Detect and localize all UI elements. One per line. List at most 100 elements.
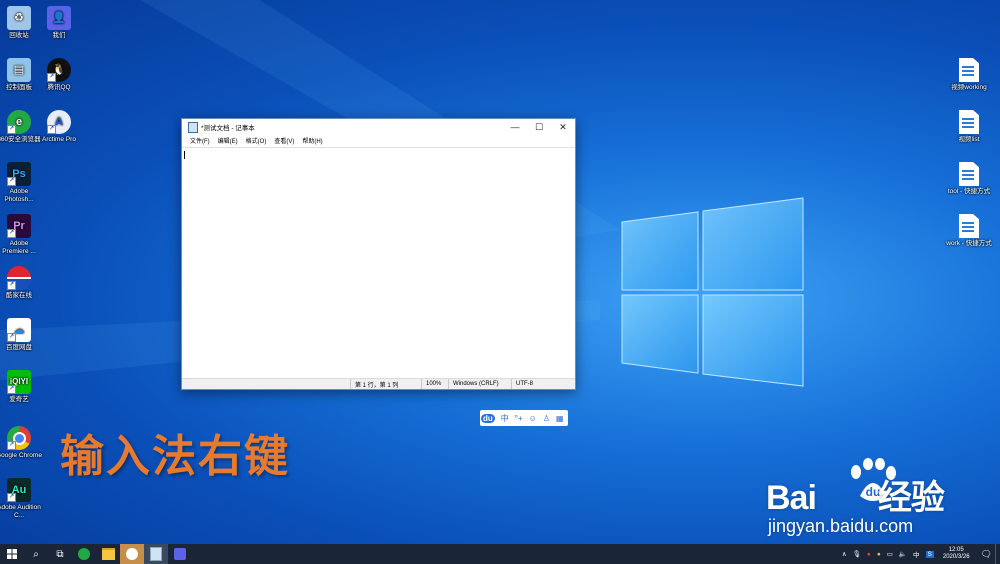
tray-network-icon[interactable]: ▭ — [887, 550, 893, 558]
user-app-icon: 👤 — [47, 6, 71, 30]
windows-logo-icon — [7, 549, 17, 559]
ime-emoji-icon[interactable]: ☺ — [529, 414, 537, 423]
notepad-window[interactable]: *测试文档 - 记事本 — ☐ ✕ 文件(F) 编辑(E) 格式(O) 查看(V… — [181, 118, 576, 390]
show-desktop-button[interactable] — [995, 544, 1000, 564]
clock[interactable]: 12:05 2020/3/26 — [943, 547, 970, 562]
watermark-brand: Bai 经验 — [766, 470, 945, 519]
desktop-icon-premiere[interactable]: Pr ↗ Adobe Premiere ... — [0, 214, 42, 256]
desktop-icon-qq[interactable]: 🐧 ↗ 腾讯QQ — [36, 58, 82, 92]
desktop-icon-label: Adobe Premiere ... — [2, 240, 36, 255]
desktop-icon-audition[interactable]: Au ↗ Adobe Audition C... — [0, 478, 42, 520]
baidu-netdisk-icon: ☁ ↗ — [7, 318, 31, 342]
desktop-icon-arctime[interactable]: A ↗ Arctime Pro — [36, 110, 82, 144]
desktop-icon-user-app[interactable]: 👤 我们 — [36, 6, 82, 40]
ime-menu-grid-icon[interactable]: ▦ — [556, 414, 564, 423]
baidu-jingyan-watermark: du Bai 经验 jingyan.baidu.com — [766, 458, 986, 544]
desktop-icon-label: 视频working — [951, 84, 987, 91]
document-shortcut-icon — [959, 214, 979, 238]
desktop-icon-label: Adobe Photosh... — [4, 188, 34, 203]
desktop-icon-label: 视频list — [958, 136, 980, 143]
notepad-titlebar[interactable]: *测试文档 - 记事本 — ☐ ✕ — [182, 119, 575, 135]
desktop-icon-photoshop[interactable]: Ps ↗ Adobe Photosh... — [0, 162, 42, 204]
pepsi-icon: ↗ — [7, 266, 31, 290]
window-title: *测试文档 - 记事本 — [201, 125, 255, 132]
task-view-icon[interactable]: ⧉ — [48, 544, 72, 564]
search-icon[interactable]: ⌕ — [24, 544, 48, 564]
document-shortcut-icon — [959, 110, 979, 134]
status-position: 第 1 行，第 1 列 — [350, 379, 421, 389]
tray-volume-icon[interactable]: 🔈 — [899, 550, 907, 558]
status-bar: 第 1 行，第 1 列 100% Windows (CRLF) UTF-8 — [182, 378, 575, 389]
document-shortcut-icon — [959, 162, 979, 186]
menu-format[interactable]: 格式(O) — [242, 136, 271, 145]
desktop-icon-label: Google Chrome — [0, 452, 42, 459]
taskbar: ⌕ ⧉ ∧ 🎙 ● ● ▭ 🔈 中 S 12:05 2020/3/26 🗨 — [0, 544, 1000, 564]
tray-app2-icon[interactable]: ● — [877, 551, 881, 558]
desktop-icon-label: work - 快捷方式 — [946, 240, 992, 247]
desktop-icon-label: 腾讯QQ — [47, 84, 71, 91]
desktop-icon-pepsi[interactable]: ↗ 酷家在线 — [0, 266, 42, 300]
desktop-icon-baidu-netdisk[interactable]: ☁ ↗ 百度网盘 — [0, 318, 42, 352]
tray-ime[interactable]: S — [925, 550, 934, 558]
desktop-icon-label: Arctime Pro — [42, 136, 76, 143]
control-panel-icon: ▤ — [7, 58, 31, 82]
desktop-icon-folder-working[interactable]: 视频working — [946, 58, 992, 92]
maximize-button[interactable]: ☐ — [527, 119, 551, 135]
watermark-brand-left: Bai — [766, 479, 817, 517]
desktop-icon-label: 我们 — [52, 32, 66, 39]
chrome-icon: ↗ — [7, 426, 31, 450]
taskbar-360-browser-icon[interactable] — [72, 544, 96, 564]
desktop: ♻ 回收站 👤 我们 ▤ 控制面板 🐧 ↗ 腾讯QQ e ↗ 360安全浏览器 A ↗… — [0, 0, 1000, 544]
recycle-bin-icon: ♻ — [7, 6, 31, 30]
close-button[interactable]: ✕ — [551, 119, 575, 135]
desktop-icon-chrome[interactable]: ↗ Google Chrome — [0, 426, 42, 460]
menu-edit[interactable]: 编辑(E) — [214, 136, 242, 145]
status-encoding: UTF-8 — [511, 379, 556, 389]
qq-penguin-icon: 🐧 ↗ — [47, 58, 71, 82]
document-shortcut-icon — [959, 58, 979, 82]
premiere-icon: Pr ↗ — [7, 214, 31, 238]
taskbar-user-app-icon[interactable] — [168, 544, 192, 564]
desktop-icon-folder-list[interactable]: 视频list — [946, 110, 992, 144]
ime-toolbar[interactable]: du 中 °+ ☺ ♙ ▦ — [480, 410, 568, 426]
desktop-icon-label: 百度网盘 — [6, 344, 32, 351]
clock-date: 2020/3/26 — [942, 554, 970, 560]
taskbar-notepad-icon[interactable] — [144, 544, 168, 564]
tray-expand-icon[interactable]: ∧ — [842, 550, 847, 558]
desktop-icon-label: Adobe Audition C... — [0, 504, 41, 519]
desktop-icon-label: 酷家在线 — [6, 292, 32, 299]
status-line-ending: Windows (CRLF) — [448, 379, 511, 389]
arctime-icon: A ↗ — [47, 110, 71, 134]
taskbar-file-explorer-icon[interactable] — [96, 544, 120, 564]
start-button[interactable] — [0, 544, 24, 564]
baidu-ime-logo-icon[interactable]: du — [481, 413, 495, 423]
text-caret — [184, 151, 185, 159]
menu-file[interactable]: 文件(F) — [186, 136, 214, 145]
360-browser-icon: e ↗ — [7, 110, 31, 134]
watermark-brand-right: 经验 — [877, 479, 945, 517]
system-tray: ∧ 🎙 ● ● ▭ 🔈 中 S 12:05 2020/3/26 🗨 — [839, 544, 1000, 564]
ime-mode-toggle[interactable]: 中 — [501, 413, 509, 424]
tray-app-icon[interactable]: ● — [867, 551, 871, 558]
menu-view[interactable]: 查看(V) — [270, 136, 298, 145]
desktop-icon-label: tool - 快捷方式 — [947, 188, 991, 195]
menu-help[interactable]: 帮助(H) — [298, 136, 326, 145]
taskbar-arctime-icon[interactable] — [120, 544, 144, 564]
text-editor-area[interactable] — [182, 147, 575, 379]
notification-icon[interactable]: 🗨 — [981, 549, 992, 560]
desktop-icon-iqiyi[interactable]: iQIYI ↗ 爱奇艺 — [0, 370, 42, 404]
iqiyi-icon: iQIYI ↗ — [7, 370, 31, 394]
minimize-button[interactable]: — — [503, 119, 527, 135]
desktop-icon-work-shortcut[interactable]: work - 快捷方式 — [946, 214, 992, 248]
desktop-icon-tool-shortcut[interactable]: tool - 快捷方式 — [946, 162, 992, 196]
tray-mic-icon[interactable]: 🎙 — [853, 550, 861, 558]
status-zoom: 100% — [421, 379, 448, 389]
tray-language[interactable]: 中 — [913, 549, 920, 559]
ime-skin-icon[interactable]: ♙ — [543, 414, 550, 423]
clock-time: 12:05 — [948, 546, 964, 553]
audition-icon: Au ↗ — [7, 478, 31, 502]
watermark-url: jingyan.baidu.com — [768, 516, 914, 536]
menu-bar: 文件(F) 编辑(E) 格式(O) 查看(V) 帮助(H) — [182, 135, 575, 146]
notepad-app-icon — [188, 121, 198, 133]
ime-punctuation-icon[interactable]: °+ — [515, 414, 523, 423]
